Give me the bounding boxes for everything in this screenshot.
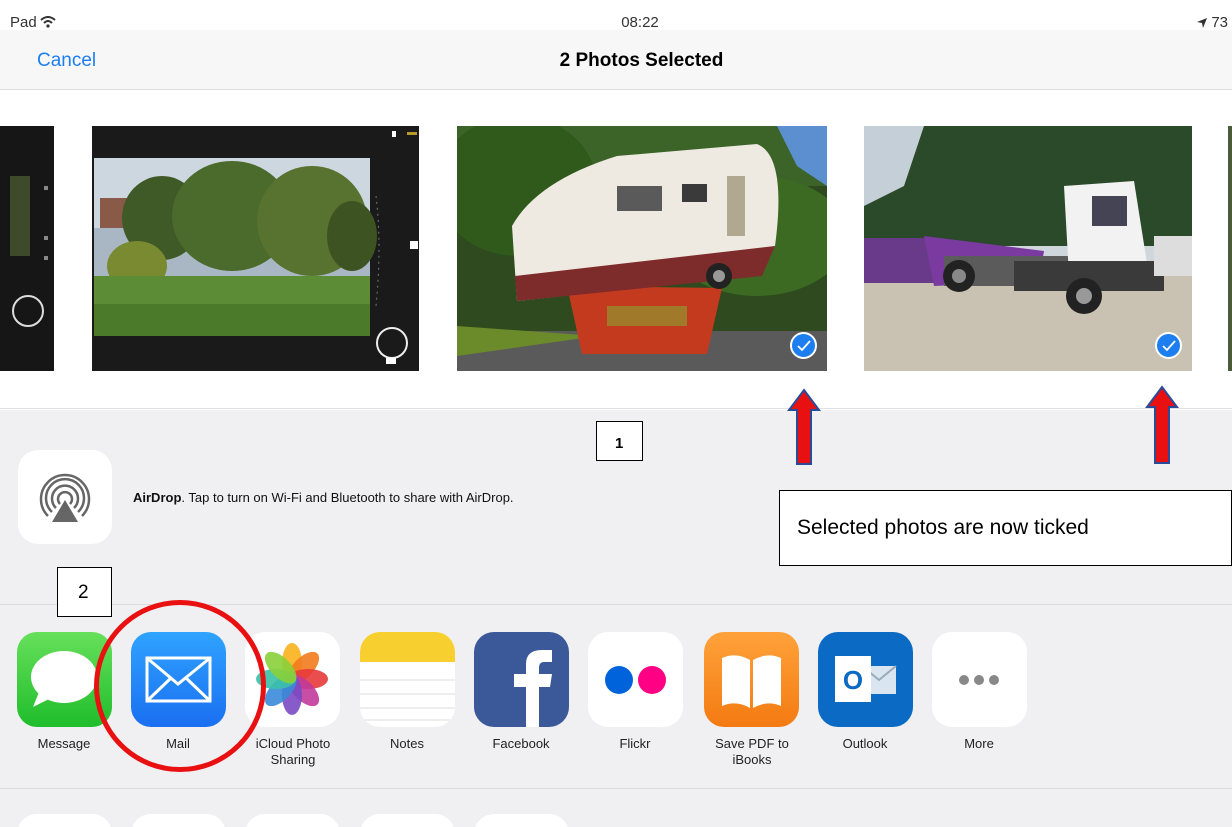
photo-thumbnail[interactable] (92, 126, 419, 371)
mail-highlight-circle (94, 600, 266, 772)
airdrop-description: AirDrop. Tap to turn on Wi-Fi and Blueto… (133, 490, 514, 505)
page-title: 2 Photos Selected (559, 50, 724, 71)
save-pdf-to-ibooks-button[interactable] (704, 632, 799, 727)
outlook-app-button[interactable]: O (818, 632, 913, 727)
photo-strip[interactable] (0, 91, 1232, 409)
notes-icon (360, 632, 455, 721)
notes-app-button[interactable] (360, 632, 455, 727)
annotation-note: Selected photos are now ticked (779, 490, 1232, 566)
status-bar: Pad 08:22 73 (0, 0, 1232, 31)
flickr-logo-icon (605, 666, 666, 694)
divider (0, 788, 1232, 789)
selected-checkmark-icon (790, 332, 817, 359)
app-label: Outlook (842, 736, 888, 751)
flickr-app-button[interactable] (588, 632, 683, 727)
step-2-label: 2 (57, 567, 112, 617)
airdrop-icon[interactable] (18, 450, 112, 544)
app-label: Flickr (619, 736, 651, 751)
app-label: Facebook (492, 736, 550, 751)
app-label: iCloud Photo Sharing (255, 736, 331, 767)
facebook-app-button[interactable] (474, 632, 569, 727)
ellipsis-icon (959, 675, 999, 685)
location-arrow-icon (1197, 18, 1208, 29)
step-2-number: 2 (78, 582, 89, 603)
outlook-logo-icon: O (835, 656, 897, 702)
share-sheet-header: Cancel 2 Photos Selected (0, 30, 1232, 90)
next-row-icons (0, 814, 1232, 827)
photo-thumbnail-selected[interactable] (864, 126, 1192, 371)
app-label: Save PDF to iBooks (715, 736, 789, 767)
step-1-number: 1 (615, 435, 624, 452)
photo-thumbnail-selected[interactable] (457, 126, 827, 371)
status-right: 73 (1197, 14, 1228, 31)
app-label: Message (37, 736, 91, 751)
facebook-logo-icon (514, 650, 552, 727)
photo-thumbnail[interactable] (1228, 126, 1232, 371)
selected-checkmark-icon (1155, 332, 1182, 359)
svg-text:O: O (843, 665, 863, 695)
ibooks-icon (722, 655, 781, 708)
app-label: Notes (390, 736, 424, 751)
airdrop-title: AirDrop (133, 490, 182, 505)
more-button[interactable] (932, 632, 1027, 727)
airdrop-instructions: . Tap to turn on Wi-Fi and Bluetooth to … (181, 490, 514, 505)
photo-thumbnail[interactable] (0, 126, 54, 371)
battery-percent: 73 (1211, 14, 1228, 31)
step-1-label: 1 (596, 421, 643, 461)
app-label: More (964, 736, 994, 751)
red-arrow-up-icon (787, 388, 821, 465)
annotation-note-text: Selected photos are now ticked (797, 516, 1089, 539)
red-arrow-up-icon (1145, 385, 1179, 464)
status-time: 08:22 (621, 14, 659, 31)
